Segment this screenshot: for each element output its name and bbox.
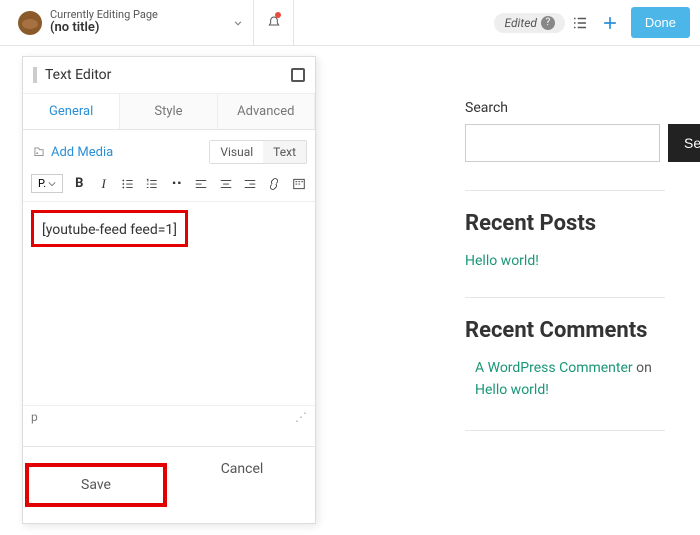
page-title: (no title): [50, 21, 223, 35]
add-media-button[interactable]: Add Media: [31, 145, 113, 160]
recent-comments-heading: Recent Comments: [465, 318, 665, 343]
recent-post-link[interactable]: Hello world!: [465, 253, 539, 269]
blockquote-button[interactable]: [169, 175, 185, 193]
format-selector[interactable]: P.: [31, 174, 63, 193]
visual-text-tabs: Visual Text: [209, 140, 307, 164]
drag-handle-icon[interactable]: [33, 67, 37, 83]
done-button[interactable]: Done: [631, 7, 690, 38]
divider: [465, 297, 665, 298]
commenter-link[interactable]: A WordPress Commenter: [475, 360, 633, 376]
maximize-icon[interactable]: [291, 68, 305, 82]
recent-posts-heading: Recent Posts: [465, 211, 665, 236]
outline-button[interactable]: [565, 14, 595, 32]
align-right-button[interactable]: [242, 175, 258, 193]
editor-status-bar: p ⋰: [23, 405, 315, 428]
recent-comment-item: A WordPress Commenter on Hello world!: [465, 357, 665, 402]
notification-dot-icon: [275, 12, 281, 18]
resize-grip-icon[interactable]: ⋰: [295, 410, 307, 424]
on-text: on: [636, 360, 652, 376]
top-toolbar: Currently Editing Page (no title) Edited…: [0, 0, 700, 46]
toolbar-toggle-button[interactable]: [291, 175, 307, 193]
tab-style[interactable]: Style: [120, 94, 217, 129]
numbered-list-button[interactable]: [144, 175, 160, 193]
help-icon: ?: [541, 16, 555, 30]
notifications-button[interactable]: [254, 0, 294, 45]
panel-title: Text Editor: [45, 67, 291, 83]
page-info: Currently Editing Page (no title): [50, 9, 223, 35]
text-tab[interactable]: Text: [263, 141, 306, 163]
shortcode-highlight: [youtube-feed feed=1]: [31, 210, 188, 247]
divider: [465, 430, 665, 431]
editor-content[interactable]: [youtube-feed feed=1]: [23, 202, 315, 405]
format-label: P.: [38, 177, 46, 190]
save-button[interactable]: Save: [23, 447, 169, 523]
link-button[interactable]: [266, 175, 282, 193]
add-button[interactable]: [595, 13, 625, 33]
plus-icon: [600, 13, 620, 33]
panel-header[interactable]: Text Editor: [23, 57, 315, 94]
list-icon: [571, 14, 589, 32]
search-label: Search: [465, 100, 665, 116]
bold-button[interactable]: B: [71, 175, 87, 193]
text-editor-panel: Text Editor General Style Advanced Add M…: [22, 56, 316, 524]
visual-tab[interactable]: Visual: [210, 141, 263, 163]
page-selector[interactable]: Currently Editing Page (no title): [10, 0, 254, 45]
comment-post-link[interactable]: Hello world!: [475, 382, 549, 398]
shortcode-text: [youtube-feed feed=1]: [42, 222, 177, 238]
add-media-label: Add Media: [51, 145, 113, 160]
search-input[interactable]: [465, 124, 660, 162]
align-center-button[interactable]: [217, 175, 233, 193]
edited-badge[interactable]: Edited ?: [494, 13, 564, 33]
italic-button[interactable]: I: [96, 175, 112, 193]
editor-toolbar-row1: Add Media Visual Text: [23, 130, 315, 170]
panel-actions: Save Cancel: [23, 446, 315, 523]
element-path[interactable]: p: [31, 410, 38, 424]
editor-toolbar-row2: P. B I: [23, 170, 315, 202]
bullet-list-button[interactable]: [120, 175, 136, 193]
edited-text: Edited: [504, 16, 536, 30]
beaver-logo-icon: [18, 11, 42, 35]
settings-tabs: General Style Advanced: [23, 94, 315, 130]
align-left-button[interactable]: [193, 175, 209, 193]
chevron-down-icon[interactable]: [231, 16, 245, 30]
cancel-button[interactable]: Cancel: [169, 447, 315, 523]
tab-advanced[interactable]: Advanced: [218, 94, 315, 129]
search-form: Search: [465, 124, 665, 162]
divider: [465, 190, 665, 191]
caret-down-icon: [48, 180, 56, 188]
tab-general[interactable]: General: [23, 94, 120, 129]
save-label: Save: [25, 463, 167, 507]
page-sidebar: Search Search Recent Posts Hello world! …: [465, 100, 665, 451]
media-icon: [31, 145, 47, 159]
search-button[interactable]: Search: [668, 124, 700, 162]
